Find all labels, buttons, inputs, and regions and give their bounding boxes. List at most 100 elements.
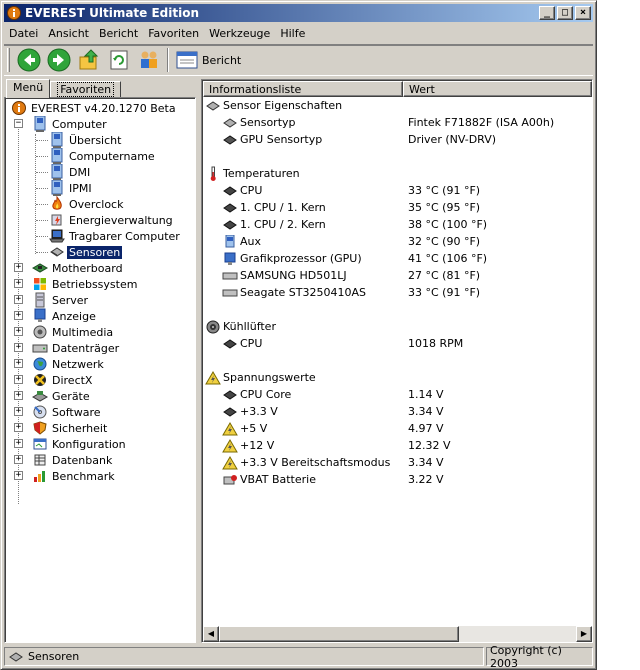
tree-node-overview[interactable]: Übersicht [5,132,195,148]
list-item[interactable]: SAMSUNG HD501LJ 27 °C (81 °F) [203,267,592,284]
item-value: Driver (NV-DRV) [408,133,497,146]
scroll-right-button[interactable]: ▶ [576,626,592,642]
tree-node-database[interactable]: + Datenbank [5,452,195,468]
tree-node-display[interactable]: + Anzeige [5,308,195,324]
forward-button[interactable] [44,46,74,74]
tree-node-benchmark[interactable]: + Benchmark [5,468,195,484]
computer-icon [32,116,48,132]
list-group[interactable]: Temperaturen [203,165,592,182]
tree-node-power[interactable]: Energieverwaltung [5,212,195,228]
list-item[interactable]: 1. CPU / 2. Kern 38 °C (100 °F) [203,216,592,233]
tree-node-multimedia[interactable]: + Multimedia [5,324,195,340]
list-item[interactable]: +12 V 12.32 V [203,437,592,454]
scroll-left-button[interactable]: ◀ [203,626,219,642]
list-item[interactable]: +5 V 4.97 V [203,420,592,437]
minimize-button[interactable]: _ [539,6,555,20]
tree-node-directx[interactable]: + DirectX [5,372,195,388]
tree-node-configuration[interactable]: + Konfiguration [5,436,195,452]
tree-panel[interactable]: EVEREST v4.20.1270 Beta − Computer Übers… [4,97,196,643]
list-item[interactable]: Grafikprozessor (GPU) 41 °C (106 °F) [203,250,592,267]
expand-toggle[interactable]: + [14,279,23,288]
tree-node-dmi[interactable]: DMI [5,164,195,180]
tree-node-network[interactable]: + Netzwerk [5,356,195,372]
expand-toggle[interactable]: + [14,359,23,368]
expand-toggle[interactable]: + [14,391,23,400]
list-group[interactable]: Sensor Eigenschaften [203,97,592,114]
menu-favoriten[interactable]: Favoriten [143,27,204,40]
list-item[interactable]: VBAT Batterie 3.22 V [203,471,592,488]
list-item[interactable]: +3.3 V Bereitschaftsmodus 3.34 V [203,454,592,471]
list-item[interactable]: CPU 1018 RPM [203,335,592,352]
menu-hilfe[interactable]: Hilfe [275,27,310,40]
tree-node-overclock[interactable]: Overclock [5,196,195,212]
list-item[interactable]: GPU Sensortyp Driver (NV-DRV) [203,131,592,148]
refresh-button[interactable] [104,46,134,74]
expand-toggle[interactable]: + [14,423,23,432]
tree-node-devices[interactable]: + Geräte [5,388,195,404]
voltage-warning-icon [222,455,238,471]
shield-icon [32,420,48,436]
list-item[interactable]: +3.3 V 3.34 V [203,403,592,420]
up-button[interactable] [74,46,104,74]
tree-node-motherboard[interactable]: + Motherboard [5,260,195,276]
tree-node-software[interactable]: + Software [5,404,195,420]
spacer-row [203,301,592,318]
scroll-thumb[interactable] [219,626,459,642]
cpu-icon [222,404,238,420]
menu-werkzeuge[interactable]: Werkzeuge [204,27,275,40]
tab-menu[interactable]: Menü [6,79,51,98]
list-item[interactable]: Aux 32 °C (90 °F) [203,233,592,250]
list-item[interactable]: CPU Core 1.14 V [203,386,592,403]
tree-node-os[interactable]: + Betriebssystem [5,276,195,292]
tree-node-computername[interactable]: Computername [5,148,195,164]
list-item[interactable]: Sensortyp Fintek F71882F (ISA A00h) [203,114,592,131]
list-group[interactable]: Spannungswerte [203,369,592,386]
toolbar-grip[interactable] [7,48,10,72]
expand-toggle[interactable]: + [14,295,23,304]
maximize-button[interactable]: □ [557,6,573,20]
close-button[interactable]: × [575,6,591,20]
horizontal-scrollbar[interactable]: ◀ ▶ [203,626,592,642]
users-button[interactable] [134,46,164,74]
title-bar[interactable]: EVEREST Ultimate Edition _ □ × [4,4,593,22]
tree-label: Datenträger [52,341,120,355]
back-button[interactable] [14,46,44,74]
item-field: +12 V [240,439,275,452]
expand-toggle[interactable]: + [14,343,23,352]
list-item[interactable]: 1. CPU / 1. Kern 35 °C (95 °F) [203,199,592,216]
list-group[interactable]: Kühllüfter [203,318,592,335]
tree-node-computer[interactable]: − Computer [5,116,195,132]
tree-label: Konfiguration [52,437,126,451]
expand-toggle[interactable]: + [14,455,23,464]
expand-toggle[interactable]: + [14,263,23,272]
expand-toggle[interactable]: + [14,471,23,480]
tree-node-storage[interactable]: + Datenträger [5,340,195,356]
list-item[interactable]: Seagate ST3250410AS 33 °C (91 °F) [203,284,592,301]
tree-root[interactable]: EVEREST v4.20.1270 Beta [5,100,195,116]
column-header-value[interactable]: Wert [403,81,592,97]
expand-toggle[interactable]: + [14,311,23,320]
menu-bericht[interactable]: Bericht [94,27,143,40]
group-label: Spannungswerte [223,371,316,384]
expand-toggle[interactable]: + [14,375,23,384]
item-value: 12.32 V [408,439,451,452]
tree-node-sensors[interactable]: Sensoren [5,244,195,260]
collapse-toggle[interactable]: − [14,119,23,128]
menu-datei[interactable]: Datei [4,27,43,40]
group-label: Sensor Eigenschaften [223,99,343,112]
menu-ansicht[interactable]: Ansicht [43,27,94,40]
cpu-icon [222,200,238,216]
tree-node-server[interactable]: + Server [5,292,195,308]
list-item[interactable]: CPU 33 °C (91 °F) [203,182,592,199]
config-icon [32,436,48,452]
expand-toggle[interactable]: + [14,407,23,416]
tree-node-laptop[interactable]: Tragbarer Computer [5,228,195,244]
tree-node-ipmi[interactable]: IPMI [5,180,195,196]
tree-node-security[interactable]: + Sicherheit [5,420,195,436]
drive-icon [222,285,238,301]
report-button[interactable]: Bericht [172,46,245,74]
expand-toggle[interactable]: + [14,439,23,448]
column-header-field[interactable]: Informationsliste [203,81,403,97]
expand-toggle[interactable]: + [14,327,23,336]
tab-favorites[interactable]: Favoriten [50,81,122,98]
